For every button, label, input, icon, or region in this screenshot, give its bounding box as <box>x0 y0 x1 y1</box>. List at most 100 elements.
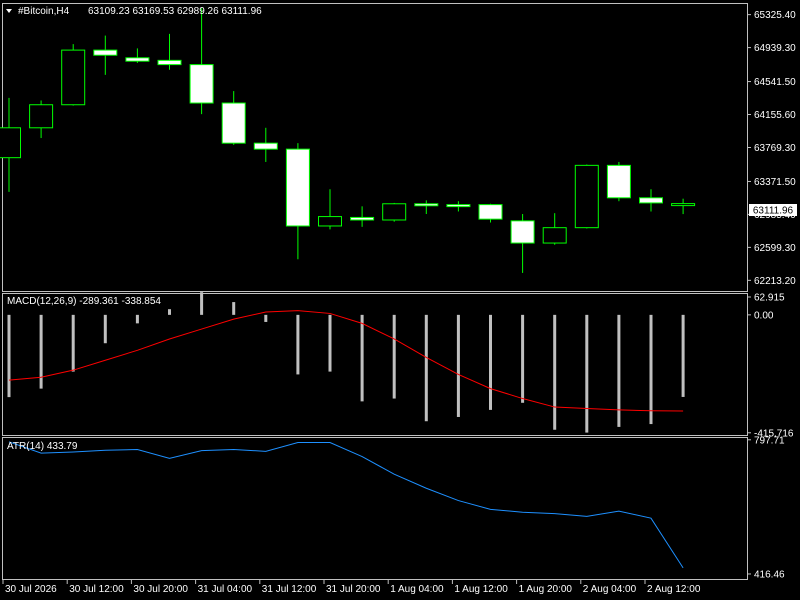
candle[interactable] <box>542 213 567 245</box>
candle-body <box>29 104 54 129</box>
macd-pane-frame <box>2 293 748 436</box>
candle[interactable] <box>0 97 21 192</box>
candle[interactable] <box>446 201 471 212</box>
atr-line <box>8 441 684 569</box>
macd-label: MACD(12,26,9) -289.361 -338.854 <box>7 296 161 307</box>
macd-histogram-bar <box>7 314 11 398</box>
candle-body <box>350 216 375 221</box>
candle-body <box>93 49 118 56</box>
atr-layer <box>8 441 684 569</box>
macd-histogram-bar <box>521 314 525 403</box>
macd-histogram-bar <box>392 314 396 399</box>
macd-histogram-bar <box>585 314 589 433</box>
candle[interactable] <box>414 200 439 215</box>
macd-histogram-bar <box>360 314 364 402</box>
candle-body <box>61 49 86 106</box>
price-pane-frame <box>2 3 748 292</box>
ohlc-readout: 63109.23 63169.53 62989.26 63111.96 <box>88 6 262 17</box>
price-tick-label: 65325.40 <box>754 10 796 21</box>
time-tick-label: 30 Jul 12:00 <box>69 584 124 595</box>
macd-histogram-bar <box>103 314 107 344</box>
macd-tick-label: 62.915 <box>754 293 785 304</box>
macd-histogram-bar <box>71 314 75 372</box>
candle[interactable] <box>382 202 407 222</box>
chart-window: 65325.40 64939.30 64541.50 64155.60 63769.30… <box>0 0 800 600</box>
candle-body <box>221 102 246 144</box>
symbol-label: #Bitcoin,H4 <box>18 6 70 17</box>
macd-tick-label: 0.00 <box>754 310 774 321</box>
macd-histogram-bar <box>424 314 428 422</box>
candle[interactable] <box>478 203 503 223</box>
candle-body <box>0 127 21 159</box>
macd-histogram-bar <box>264 314 268 322</box>
time-tick-label: 1 Aug 12:00 <box>454 584 508 595</box>
price-tick-label: 64155.60 <box>754 110 796 121</box>
macd-histogram-bar <box>200 292 204 315</box>
candle[interactable] <box>29 100 54 139</box>
candle-body <box>414 203 439 207</box>
candle[interactable] <box>189 8 214 115</box>
macd-histogram-bar <box>456 314 460 417</box>
candle[interactable] <box>318 189 342 230</box>
price-tick-label: 64939.30 <box>754 43 796 54</box>
time-tick-label: 2 Aug 04:00 <box>583 584 637 595</box>
candle-body <box>318 216 342 227</box>
candle-body <box>606 164 631 199</box>
price-tick-label: 62599.30 <box>754 243 796 254</box>
price-tick-label: 64541.50 <box>754 77 796 88</box>
atr-label: ATR(14) 433.79 <box>7 441 78 452</box>
macd-histogram-bar <box>553 314 557 430</box>
candle-body <box>639 197 663 204</box>
candle-body <box>157 59 182 66</box>
time-tick-label: 1 Aug 20:00 <box>519 584 573 595</box>
time-tick-label: 31 Jul 12:00 <box>262 584 317 595</box>
macd-histogram-bar <box>232 302 236 315</box>
macd-histogram-bar <box>328 314 332 372</box>
candle[interactable] <box>221 91 246 145</box>
macd-histogram-bar <box>168 309 171 315</box>
candles-layer <box>0 8 696 273</box>
candle-body <box>671 203 696 207</box>
atr-pane-frame <box>2 437 748 580</box>
candle[interactable] <box>61 44 86 106</box>
candle-body <box>125 57 150 62</box>
candle[interactable] <box>253 127 278 162</box>
candle[interactable] <box>157 33 182 70</box>
candle-body <box>542 227 567 244</box>
candle[interactable] <box>639 189 663 212</box>
candle[interactable] <box>125 48 150 63</box>
price-tick-label: 63769.30 <box>754 143 796 154</box>
price-tick-label: 63371.50 <box>754 177 796 188</box>
symbol-menu-icon[interactable] <box>6 9 12 13</box>
time-tick-label: 2 Aug 12:00 <box>647 584 701 595</box>
candle[interactable] <box>350 206 375 227</box>
time-tick-label: 30 Jul 2026 <box>5 584 57 595</box>
macd-histogram-bar <box>296 314 300 375</box>
candle[interactable] <box>510 214 535 273</box>
candle-body <box>253 142 278 150</box>
candle-body <box>478 204 503 220</box>
macd-histogram-bar <box>489 314 492 410</box>
macd-histogram-bar <box>135 314 139 324</box>
chart-canvas[interactable]: 65325.40 64939.30 64541.50 64155.60 63769.30… <box>0 0 800 600</box>
candle-body <box>574 164 599 229</box>
time-tick-label: 1 Aug 04:00 <box>390 584 444 595</box>
macd-histogram-bar <box>681 314 685 397</box>
candle-body <box>382 203 407 221</box>
candle[interactable] <box>606 161 631 202</box>
candle[interactable] <box>93 35 118 75</box>
price-tick-label: 62213.20 <box>754 276 796 287</box>
candle[interactable] <box>574 164 599 229</box>
current-price-label: 63111.96 <box>753 206 794 217</box>
candle-body <box>510 220 535 244</box>
atr-tick-label: 797.71 <box>754 435 785 446</box>
atr-tick-label: 416.46 <box>754 569 785 580</box>
macd-layer <box>7 292 685 433</box>
time-tick-label: 31 Jul 20:00 <box>326 584 381 595</box>
time-tick-label: 30 Jul 20:00 <box>133 584 188 595</box>
candle-body <box>189 64 214 104</box>
candle[interactable] <box>285 143 310 260</box>
candle[interactable] <box>671 198 696 215</box>
candle-body <box>446 204 471 208</box>
time-tick-label: 31 Jul 04:00 <box>198 584 253 595</box>
